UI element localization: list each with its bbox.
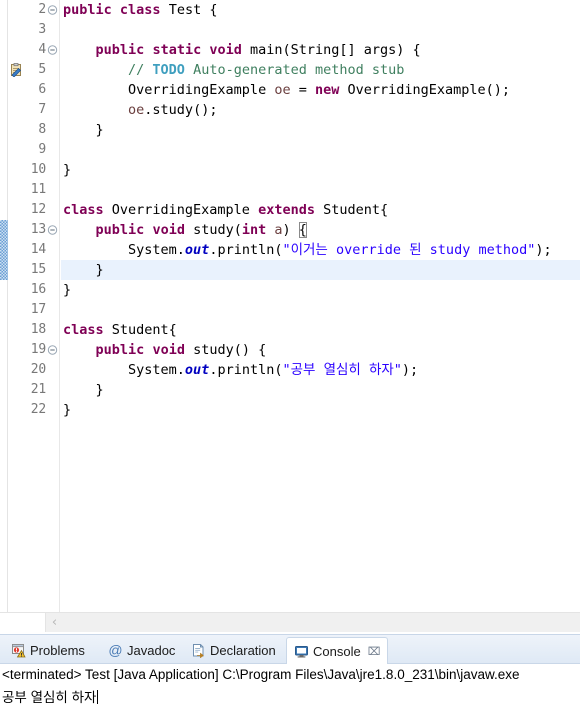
- eclipse-ide-window: 2 3 4 5 6 7 8 9 10 11 12 13 14 15 16 17 18 19 20 21 22 publi…: [0, 0, 580, 712]
- code-line-18[interactable]: class Student{: [61, 320, 580, 340]
- line-number-13: 13: [30, 222, 46, 237]
- code-line-19[interactable]: public void study() {: [61, 340, 580, 360]
- code-line-13[interactable]: public void study(int a) {: [61, 220, 580, 240]
- tab-javadoc-label: Javadoc: [127, 643, 176, 658]
- tab-console[interactable]: Console ⌧: [286, 637, 389, 665]
- code-line-17[interactable]: [61, 300, 580, 320]
- code-line-6[interactable]: OverridingExample oe = new OverridingExa…: [61, 80, 580, 100]
- line-number-12: 12: [30, 202, 46, 217]
- editor-horizontal-scrollbar[interactable]: ‹: [46, 612, 580, 632]
- line-number-21: 21: [30, 382, 46, 397]
- code-editor[interactable]: 2 3 4 5 6 7 8 9 10 11 12 13 14 15 16 17 18 19 20 21 22 publi…: [0, 0, 580, 632]
- code-line-9[interactable]: [61, 140, 580, 160]
- javadoc-icon: @: [108, 642, 123, 658]
- line-number-9: 9: [38, 142, 46, 157]
- code-line-15[interactable]: }: [61, 260, 580, 280]
- close-icon[interactable]: ⌧: [368, 645, 381, 658]
- line-number-20: 20: [30, 362, 46, 377]
- line-number-7: 7: [38, 102, 46, 117]
- line-number-gutter: 2 3 4 5 6 7 8 9 10 11 12 13 14 15 16 17 18 19 20 21 22: [24, 0, 46, 612]
- code-line-20[interactable]: System.out.println("공부 열심히 하자");: [61, 360, 580, 380]
- tab-javadoc[interactable]: @ Javadoc: [101, 637, 182, 664]
- console-status-line: <terminated> Test [Java Application] C:\…: [2, 667, 520, 682]
- marker-gutter[interactable]: [8, 0, 24, 612]
- string-literal-override: "이거는 override 된 study method": [282, 242, 536, 258]
- tab-declaration[interactable]: Declaration: [184, 637, 283, 664]
- fold-collapse-icon-line-4[interactable]: [47, 40, 58, 60]
- code-line-7[interactable]: oe.study();: [61, 100, 580, 120]
- line-number-22: 22: [30, 402, 46, 417]
- problems-icon: [11, 643, 26, 658]
- line-number-11: 11: [30, 182, 46, 197]
- line-number-8: 8: [38, 122, 46, 137]
- line-number-2: 2: [38, 2, 46, 17]
- fold-collapse-icon-line-13[interactable]: [47, 220, 58, 240]
- line-number-5: 5: [38, 62, 46, 77]
- line-number-17: 17: [30, 302, 46, 317]
- line-number-10: 10: [30, 162, 46, 177]
- line-number-18: 18: [30, 322, 46, 337]
- line-number-14: 14: [30, 242, 46, 257]
- code-line-12[interactable]: class OverridingExample extends Student{: [61, 200, 580, 220]
- console-icon: [294, 644, 309, 659]
- change-bar-marker: [0, 220, 8, 280]
- code-line-14[interactable]: System.out.println("이거는 override 된 study…: [61, 240, 580, 260]
- code-line-4[interactable]: public static void main(String[] args) {: [61, 40, 580, 60]
- folding-gutter[interactable]: [46, 0, 60, 612]
- code-line-21[interactable]: }: [61, 380, 580, 400]
- code-line-5[interactable]: // TODO Auto-generated method stub: [61, 60, 580, 80]
- console-text-caret: [97, 690, 99, 704]
- code-text-area[interactable]: public class Test { public static void m…: [61, 0, 580, 612]
- console-output-area[interactable]: <terminated> Test [Java Application] C:\…: [0, 664, 580, 712]
- scroll-left-arrow-icon[interactable]: ‹: [46, 613, 63, 632]
- view-tab-bar: Problems @ Javadoc Declaration Console ⌧: [0, 635, 580, 665]
- line-number-4: 4: [38, 42, 46, 57]
- code-line-11[interactable]: [61, 180, 580, 200]
- line-number-19: 19: [30, 342, 46, 357]
- todo-task-icon[interactable]: [9, 63, 23, 78]
- code-line-16[interactable]: }: [61, 280, 580, 300]
- code-line-22[interactable]: }: [61, 400, 580, 420]
- line-number-15: 15: [30, 262, 46, 277]
- line-number-16: 16: [30, 282, 46, 297]
- tab-console-label: Console: [313, 643, 361, 659]
- string-literal-study: "공부 열심히 하자": [282, 362, 402, 378]
- code-line-3[interactable]: [61, 20, 580, 40]
- tab-declaration-label: Declaration: [210, 643, 276, 658]
- change-bar-strip: [0, 0, 8, 612]
- code-line-8[interactable]: }: [61, 120, 580, 140]
- tab-problems-label: Problems: [30, 643, 85, 658]
- console-output-line: 공부 열심히 하자: [2, 687, 99, 709]
- tab-problems[interactable]: Problems: [4, 637, 92, 664]
- code-line-2[interactable]: public class Test {: [61, 0, 580, 20]
- console-output-text: 공부 열심히 하자: [2, 690, 97, 705]
- fold-collapse-icon-line-19[interactable]: [47, 340, 58, 360]
- scrollbar-corner: [0, 612, 46, 632]
- code-line-10[interactable]: }: [61, 160, 580, 180]
- line-number-6: 6: [38, 82, 46, 97]
- fold-collapse-icon-line-2[interactable]: [47, 0, 58, 20]
- bottom-view-panel: Problems @ Javadoc Declaration Console ⌧…: [0, 634, 580, 712]
- declaration-icon: [191, 643, 206, 659]
- line-number-3: 3: [38, 22, 46, 37]
